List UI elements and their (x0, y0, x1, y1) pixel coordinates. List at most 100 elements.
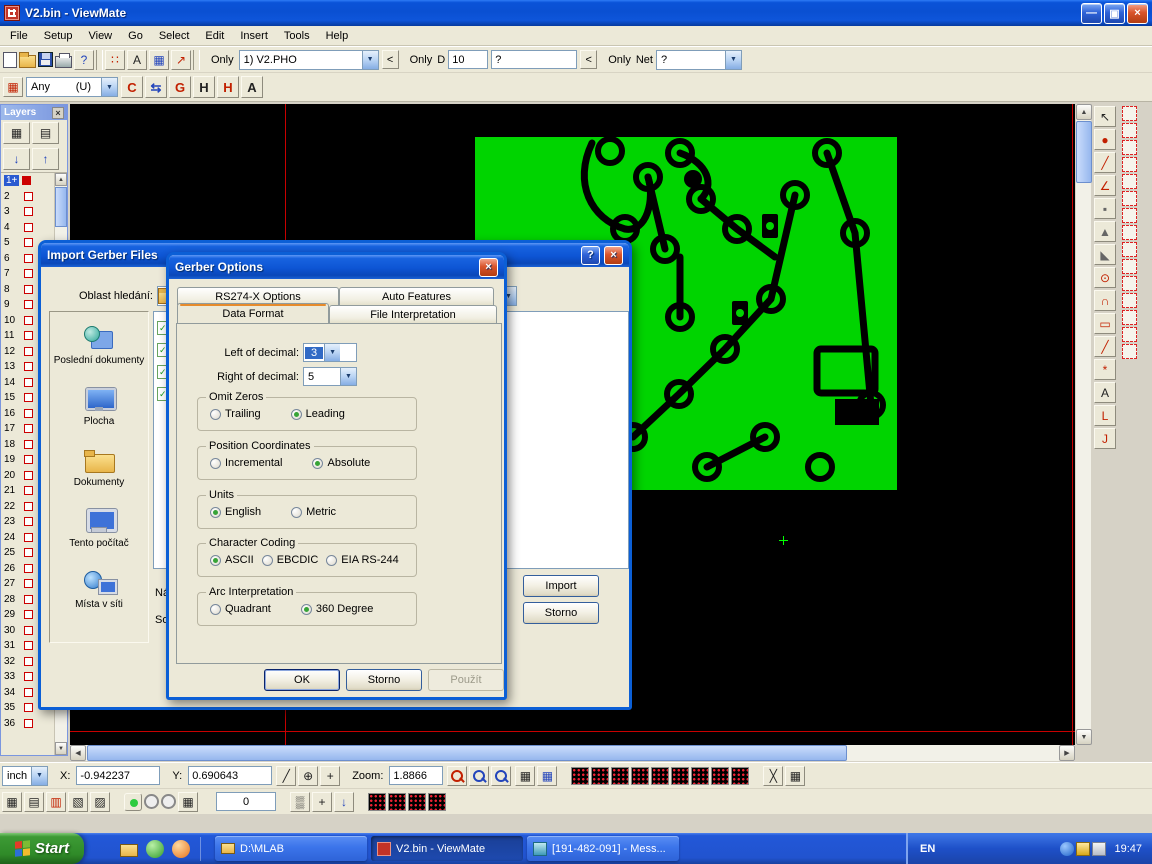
snap-point-icon[interactable]: + (320, 766, 340, 786)
select-hole-icon[interactable] (1122, 310, 1137, 325)
layer-color-swatch[interactable] (24, 471, 33, 480)
crosshair-icon[interactable]: + (312, 792, 332, 812)
dcode-pattern-icon-9[interactable] (731, 767, 749, 785)
place-computer[interactable]: Tento počítač (52, 507, 146, 550)
radio-button-icon[interactable] (301, 604, 312, 615)
help-button[interactable]: ? (581, 246, 600, 265)
filled-rect-tool-icon[interactable]: ▪ (1094, 198, 1116, 219)
radio-quadrant[interactable]: Quadrant (210, 603, 271, 615)
radio-button-icon[interactable] (210, 507, 221, 518)
layer-color-swatch[interactable] (24, 533, 33, 542)
layer-color-swatch[interactable] (24, 378, 33, 387)
scroll-right-icon[interactable]: ▶ (1059, 745, 1075, 761)
radio-button-icon[interactable] (262, 555, 273, 566)
grid-view-icon[interactable]: ▦ (515, 766, 535, 786)
minimize-button[interactable]: — (1081, 3, 1102, 24)
select-trace-icon[interactable] (1122, 123, 1137, 138)
select-pad-icon[interactable] (1122, 106, 1137, 121)
select-edge-icon[interactable] (1122, 327, 1137, 342)
layer-row[interactable]: 2 (1, 189, 54, 205)
count-field[interactable]: 0 (216, 792, 276, 811)
measure-diagonal-icon[interactable]: ╱ (276, 766, 296, 786)
taskbar-button[interactable]: V2.bin - ViewMate (371, 836, 523, 861)
menu-item[interactable]: Tools (276, 28, 318, 44)
layer-color-swatch[interactable] (24, 455, 33, 464)
select-cursor-icon[interactable]: ↖ (1094, 106, 1116, 127)
net-combo[interactable]: ? ▼ (656, 50, 742, 70)
dcode-pattern-icon-5[interactable] (651, 767, 669, 785)
h-red-tool-icon[interactable]: H (217, 76, 239, 98)
only-file-label[interactable]: Only (211, 54, 234, 66)
board-frame-icon[interactable]: ▦ (2, 792, 22, 812)
h-grid-tool-icon[interactable]: H (193, 76, 215, 98)
layer-color-swatch[interactable] (24, 595, 33, 604)
horizontal-scroll-thumb[interactable] (87, 745, 847, 761)
only-dcode-label[interactable]: Only (410, 54, 433, 66)
layer-row[interactable]: 1+ (1, 173, 54, 189)
prev-dcode-button[interactable]: < (580, 50, 597, 69)
radio-button-icon[interactable] (291, 507, 302, 518)
units-combo[interactable]: inch ▼ (2, 766, 48, 786)
layer-color-swatch[interactable] (24, 548, 33, 557)
star-tool-icon[interactable]: * (1094, 359, 1116, 380)
menu-item[interactable]: Help (318, 28, 357, 44)
layer-color-swatch[interactable] (24, 610, 33, 619)
dcode-pattern-icon-8[interactable] (711, 767, 729, 785)
chevron-down-icon[interactable]: ▼ (101, 78, 117, 96)
cell-view-icon[interactable]: ▦ (537, 766, 557, 786)
layer-report-icon[interactable]: ▤ (32, 122, 59, 144)
select-layer-icon[interactable] (1122, 242, 1137, 257)
layer-color-swatch[interactable] (24, 424, 33, 433)
layer-color-swatch[interactable] (24, 579, 33, 588)
language-indicator[interactable]: EN (920, 843, 935, 855)
cancel-button[interactable]: Storno (523, 602, 599, 624)
place-network[interactable]: Místa v síti (52, 568, 146, 611)
internet-explorer-icon[interactable] (94, 840, 112, 858)
layer-color-swatch[interactable] (24, 641, 33, 650)
select-area-icon[interactable] (1122, 191, 1137, 206)
scroll-up-icon[interactable]: ▲ (55, 173, 67, 186)
dcode-table-icon[interactable]: ▦ (149, 50, 169, 70)
menu-item[interactable]: Insert (232, 28, 276, 44)
zoom-in-icon[interactable] (447, 766, 467, 786)
wedge-tool-icon[interactable]: ◣ (1094, 244, 1116, 265)
tray-keyboard-icon[interactable] (1092, 842, 1106, 856)
j-shape-tool-icon[interactable]: J (1094, 428, 1116, 449)
layer-row[interactable]: 4 (1, 220, 54, 236)
tray-volume-icon[interactable] (1076, 842, 1090, 856)
swap-tool-icon[interactable]: ⇆ (145, 76, 167, 98)
slash-tool-icon[interactable]: ╱ (1094, 336, 1116, 357)
layer-color-swatch[interactable] (24, 409, 33, 418)
dcode-pattern-icon-3[interactable] (611, 767, 629, 785)
dcode-pattern-icon-2[interactable] (591, 767, 609, 785)
layer-color-swatch[interactable] (24, 564, 33, 573)
left-of-decimal-combo[interactable]: 3 ▼ (303, 343, 357, 362)
place-recent[interactable]: Poslední dokumenty (52, 324, 146, 367)
print-icon[interactable] (55, 56, 72, 68)
place-documents[interactable]: Dokumenty (52, 446, 146, 489)
select-component-icon[interactable] (1122, 225, 1137, 240)
lamp-icon[interactable] (144, 794, 159, 809)
layer-color-swatch[interactable] (24, 269, 33, 278)
tray-network-icon[interactable] (1060, 842, 1074, 856)
select-net-icon[interactable] (1122, 208, 1137, 223)
layers-close-icon[interactable]: × (52, 107, 64, 119)
layer-color-swatch[interactable] (22, 176, 31, 185)
layer-color-swatch[interactable] (24, 254, 33, 263)
shield-icon[interactable] (146, 840, 164, 858)
radio-metric[interactable]: Metric (291, 506, 336, 518)
zoom-value[interactable]: 1.8866 (389, 766, 443, 785)
layer-color-swatch[interactable] (24, 703, 33, 712)
select-group-icon[interactable] (1122, 259, 1137, 274)
tab-file-interpretation[interactable]: File Interpretation (329, 305, 497, 323)
chevron-down-icon[interactable]: ▼ (340, 368, 356, 385)
vertical-scrollbar[interactable]: ▲ ▼ (1075, 104, 1091, 745)
layer-down-icon[interactable]: ↓ (3, 148, 30, 170)
measure-arrow-icon[interactable]: ↗ (171, 50, 191, 70)
radio-button-icon[interactable] (291, 409, 302, 420)
film-red-icon[interactable]: ▥ (46, 792, 66, 812)
scroll-up-icon[interactable]: ▲ (1076, 104, 1092, 120)
radio-button-icon[interactable] (312, 458, 323, 469)
layer-row[interactable]: 3 (1, 204, 54, 220)
close-button[interactable]: × (1127, 3, 1148, 24)
